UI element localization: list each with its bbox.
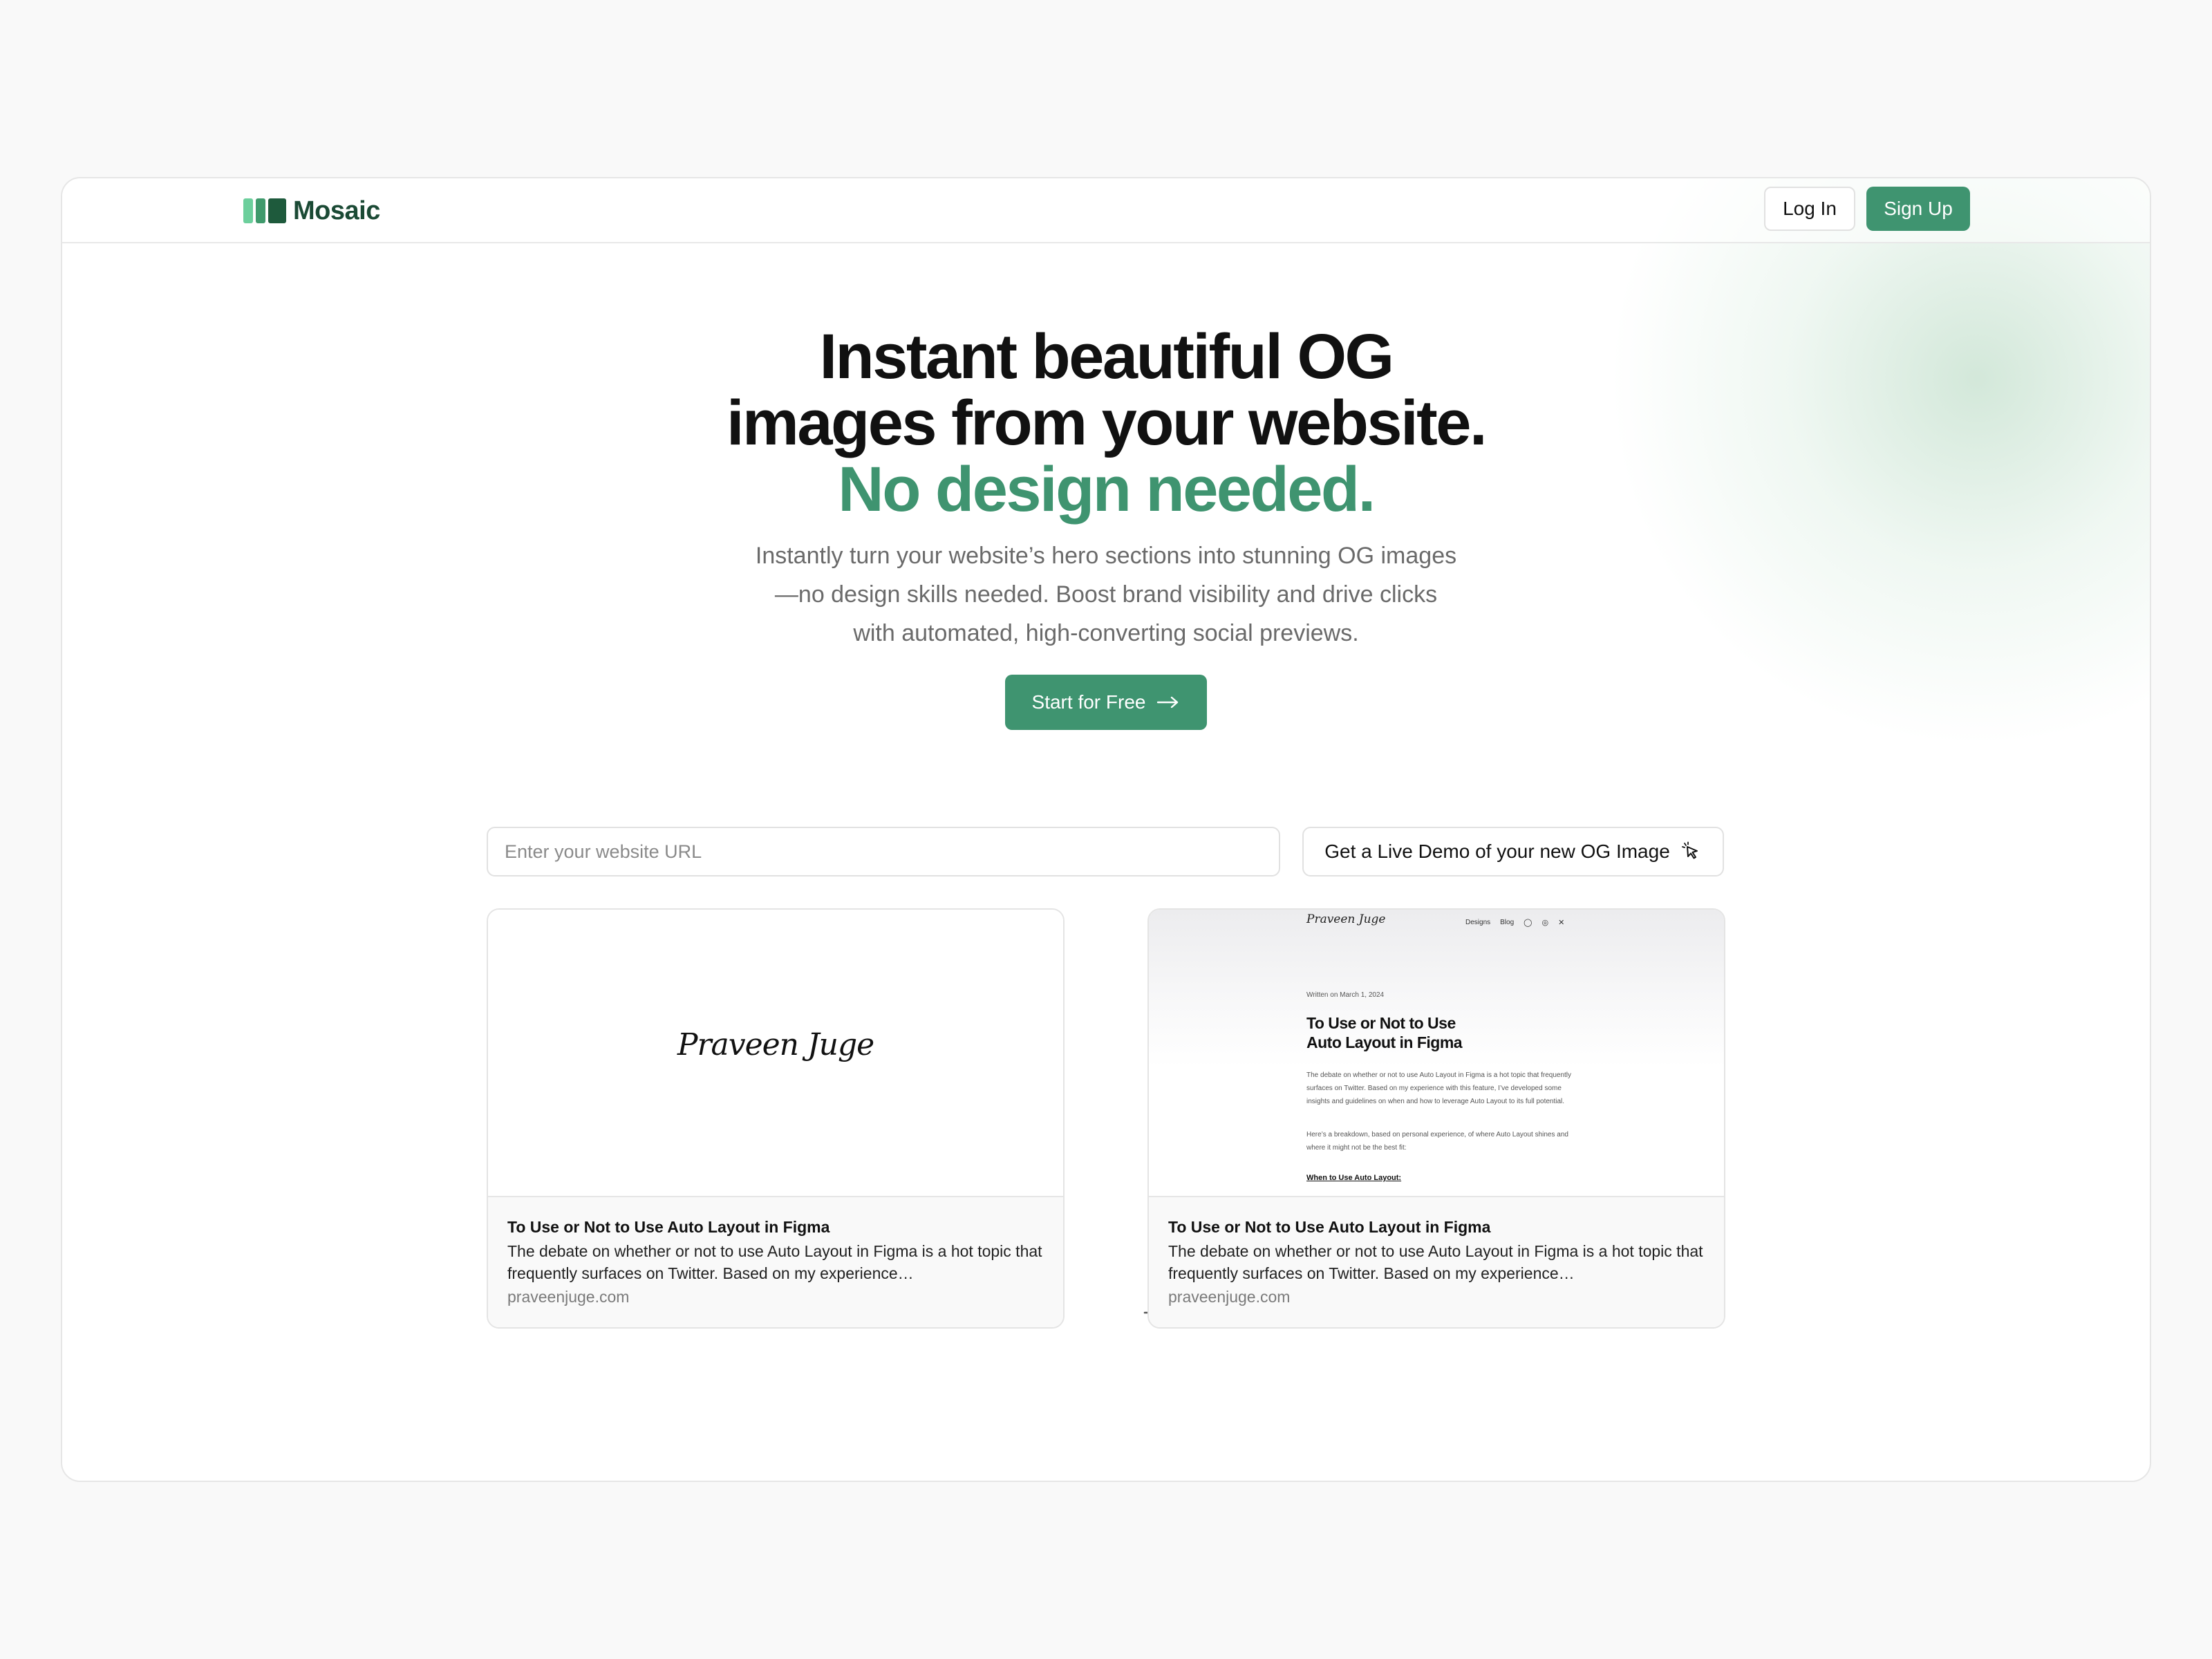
x-icon: ✕ (1558, 919, 1565, 927)
signup-button[interactable]: Sign Up (1866, 187, 1970, 231)
generated-og-preview-card: Praveen Juge Designs Blog ◯ ◎ ✕ Written … (1147, 908, 1725, 1329)
mini-nav-blog: Blog (1500, 919, 1515, 926)
card-description: The debate on whether or not to use Auto… (507, 1242, 1042, 1282)
cta-label: Start for Free (1031, 691, 1146, 713)
mini-paragraph-2: Here’s a breakdown, based on personal ex… (1306, 1131, 1568, 1152)
hero-subtitle: Instantly turn your website’s hero secti… (755, 543, 1457, 646)
mini-heading: When to Use Auto Layout: (1306, 1174, 1402, 1182)
globe-icon: ◎ (1541, 919, 1549, 927)
mini-nav-designs: Designs (1465, 919, 1491, 926)
navbar: Mosaic Log In Sign Up (62, 178, 2150, 243)
github-icon: ◯ (1524, 919, 1533, 927)
card-meta: To Use or Not to Use Auto Layout in Figm… (488, 1197, 1063, 1327)
mini-paragraph-1: The debate on whether or not to use Auto… (1306, 1071, 1572, 1105)
mini-nav: Designs Blog ◯ ◎ ✕ (1465, 918, 1564, 927)
original-og-preview-card: Praveen Juge To Use or Not to Use Auto L… (487, 908, 1065, 1329)
logo-text: Mosaic (293, 196, 380, 225)
mosaic-logo-icon (243, 198, 286, 223)
hero-title: Instant beautiful OG images from your we… (62, 324, 2150, 523)
signature-logo: Praveen Juge (677, 1027, 874, 1062)
arrow-right-icon (1157, 696, 1179, 709)
logo[interactable]: Mosaic (243, 195, 380, 227)
card-description: The debate on whether or not to use Auto… (1168, 1242, 1703, 1282)
hero-title-accent: No design needed. (838, 454, 1376, 525)
mini-date: Written on March 1, 2024 (1306, 991, 1385, 999)
card-title: To Use or Not to Use Auto Layout in Figm… (1168, 1218, 1491, 1236)
mini-title-line-1: To Use or Not to Use (1306, 1014, 1456, 1032)
mini-title-line-2: Auto Layout in Figma (1306, 1033, 1463, 1051)
live-demo-button[interactable]: Get a Live Demo of your new OG Image (1302, 827, 1724, 877)
mini-signature-logo: Praveen Juge (1306, 912, 1386, 926)
original-og-image: Praveen Juge (488, 910, 1063, 1197)
website-url-input[interactable] (487, 827, 1280, 877)
generated-og-image: Praveen Juge Designs Blog ◯ ◎ ✕ Written … (1149, 910, 1724, 1197)
card-domain: praveenjuge.com (507, 1288, 630, 1306)
hero-title-line-2: images from your website. (726, 388, 1488, 458)
pointer-click-icon (1681, 841, 1698, 859)
card-domain: praveenjuge.com (1168, 1288, 1291, 1306)
browser-frame: Mosaic Log In Sign Up Instant beautiful … (61, 177, 2151, 1482)
live-demo-label: Get a Live Demo of your new OG Image (1324, 841, 1670, 862)
start-for-free-button[interactable]: Start for Free (1005, 675, 1207, 730)
card-meta: To Use or Not to Use Auto Layout in Figm… (1149, 1197, 1724, 1327)
login-button[interactable]: Log In (1764, 187, 1855, 231)
card-title: To Use or Not to Use Auto Layout in Figm… (507, 1218, 830, 1236)
hero-title-line-1: Instant beautiful OG (819, 321, 1394, 392)
mini-title: To Use or Not to Use Auto Layout in Figm… (1306, 1013, 1463, 1052)
